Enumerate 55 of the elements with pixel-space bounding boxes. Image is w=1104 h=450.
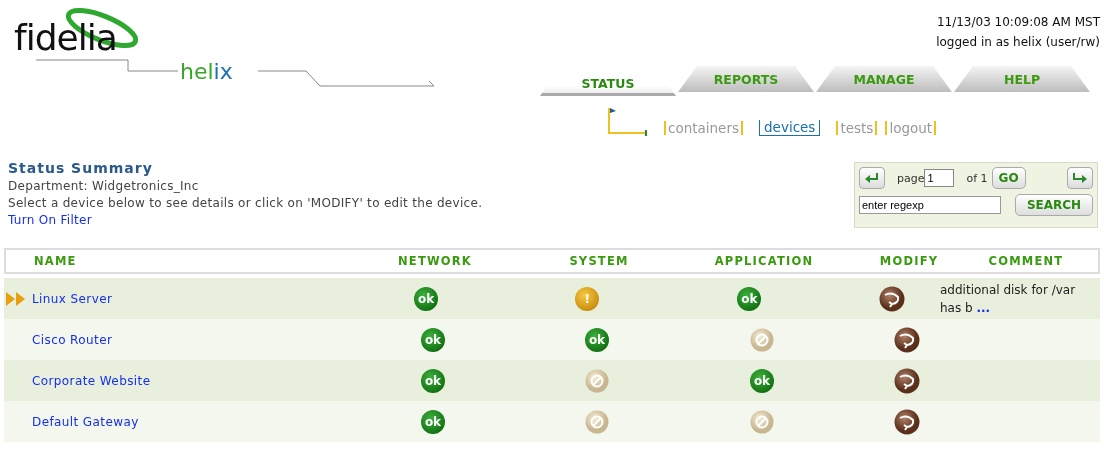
flag-icon [608,106,650,136]
column-header: NETWORK [397,254,473,268]
ok-status-icon[interactable]: ok [750,368,774,393]
modify-icon[interactable] [894,408,920,435]
no-entry-icon [585,409,609,434]
search-button[interactable]: SEARCH [1015,194,1093,216]
device-row[interactable]: Default Gateway ok [4,401,1100,442]
instructions-text: Select a device below to see details or click on 'MODIFY' to edit the device. [8,196,483,210]
column-header: NAME [33,254,78,268]
page-input[interactable]: 1 [924,169,955,187]
subnav-link[interactable]: devices [759,120,821,136]
device-link[interactable]: Linux Server [32,291,113,306]
comment-text: additional disk for /var has b ... [940,281,1077,317]
subnav-link[interactable]: logout [885,121,937,135]
device-row[interactable]: Corporate Website ok ok [4,360,1100,401]
ok-status-icon[interactable]: ok [421,368,445,393]
device-link[interactable]: Corporate Website [32,373,151,388]
search-field[interactable]: enter regexp [859,196,1001,214]
nav-tab[interactable]: HELP [954,66,1090,92]
no-entry-icon [585,368,609,393]
subnav-link[interactable]: tests [836,121,878,135]
session-datetime: 11/13/03 10:09:08 AM MST [936,14,1100,31]
forward-arrow-icon [1072,172,1088,184]
column-header: APPLICATION [713,254,815,268]
modify-icon[interactable] [894,367,920,394]
no-entry-icon [750,409,774,434]
logged-in-user: logged in as helix (user/rw) [936,34,1100,51]
ok-status-icon[interactable]: ok [737,286,762,311]
filter-link[interactable]: Turn On Filter [8,213,93,227]
more-link[interactable]: ... [976,300,991,315]
modify-icon[interactable] [878,285,905,312]
ok-status-icon[interactable]: ok [421,327,445,352]
no-entry-icon [750,327,774,352]
device-link[interactable]: Cisco Router [32,332,113,347]
section-title: Status Summary [8,160,153,176]
device-link[interactable]: Default Gateway [32,414,139,429]
ok-status-icon[interactable]: ok [414,286,439,311]
previous-page-button[interactable] [859,167,885,189]
department-label: Department: Widgetronics_Inc [8,179,199,193]
ok-status-icon[interactable]: ok [585,327,609,352]
page-count: of 1 [966,171,988,185]
column-header: MODIFY [878,254,940,268]
subnav-link[interactable]: containers [664,121,743,135]
device-row[interactable]: Cisco Router ok ok [4,319,1100,360]
nav-tab[interactable]: REPORTS [678,66,814,92]
go-button[interactable]: GO [991,167,1026,189]
nav-tab[interactable]: MANAGE [816,66,952,92]
next-page-button[interactable] [1067,167,1093,189]
device-row[interactable]: Linux Server ok ! ok additional disk for /var has b ... [4,278,1100,319]
ok-status-icon[interactable]: ok [421,409,445,434]
modify-icon[interactable] [894,326,920,353]
back-arrow-icon [864,172,880,184]
page-label: page [897,171,925,185]
column-header: SYSTEM [568,254,630,268]
column-header: COMMENT [987,254,1065,268]
